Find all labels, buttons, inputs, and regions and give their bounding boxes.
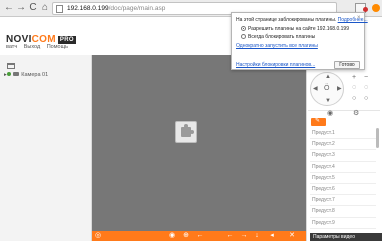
- ptz-down-button[interactable]: ▼: [325, 98, 331, 104]
- volume-icon[interactable]: ◂: [268, 232, 276, 240]
- popup-message: На этой странице заблокированы плагины. …: [236, 17, 368, 23]
- camera-icon: [12, 72, 19, 76]
- video-area[interactable]: [92, 55, 306, 231]
- preset-scrollbar[interactable]: [376, 128, 379, 148]
- preset-item[interactable]: Предуст.7: [310, 195, 376, 207]
- ptz-right-button[interactable]: ▶: [337, 86, 342, 92]
- edit-icon: ✎: [315, 118, 321, 124]
- preset-item[interactable]: Предуст.8: [310, 206, 376, 218]
- wiper-icon[interactable]: ○: [364, 95, 368, 102]
- page-icon: [56, 5, 63, 13]
- ptz-center-button[interactable]: Ö: [324, 85, 329, 92]
- preset-item[interactable]: Предуст.6: [310, 184, 376, 196]
- link-view[interactable]: ватч: [6, 44, 17, 50]
- radio-block[interactable]: [241, 34, 246, 39]
- video-controls-bar: ◎ ◉ ⊕ ← ← → ↓ ◂ ✕: [92, 231, 306, 241]
- preset-item[interactable]: Предуст.1: [310, 128, 376, 140]
- iris-icon[interactable]: ◌: [364, 84, 368, 91]
- preset-item[interactable]: Предуст.2: [310, 139, 376, 151]
- preset-settings-icon[interactable]: ⚙: [353, 109, 359, 117]
- preset-item[interactable]: Предуст.9: [310, 218, 376, 229]
- back-button[interactable]: ←: [3, 2, 15, 14]
- header-links: ватч Выход Помощь: [6, 44, 73, 50]
- plugin-settings-link[interactable]: Настройки блокировки плагинов...: [236, 62, 315, 68]
- run-once-link[interactable]: Однократно запустить все плагины: [236, 43, 318, 49]
- preset-item[interactable]: Предуст.3: [310, 150, 376, 162]
- zoom-in-button[interactable]: +: [352, 74, 356, 81]
- record-icon[interactable]: ◉: [168, 232, 176, 240]
- focus-icon[interactable]: ◌: [352, 84, 356, 91]
- ptz-left-button[interactable]: ◀: [313, 86, 318, 92]
- forward-button[interactable]: →: [15, 2, 27, 14]
- back-icon[interactable]: ←: [196, 232, 204, 240]
- link-logout[interactable]: Выход: [24, 44, 40, 50]
- preset-edit-button[interactable]: ✎: [311, 118, 326, 126]
- prev-icon[interactable]: ←: [226, 232, 234, 240]
- ptz-control: ▲ ▼ ◀ ▶ Ö + − ◌ ◌ ○ ○: [310, 72, 372, 108]
- home-button[interactable]: ⌂: [39, 2, 51, 14]
- browser-menu-icon[interactable]: [372, 4, 380, 12]
- fullscreen-icon[interactable]: ✕: [288, 232, 296, 240]
- preset-item[interactable]: Предуст.5: [310, 173, 376, 184]
- next-icon[interactable]: →: [240, 232, 248, 240]
- url-path: /doc/page/main.asp: [108, 5, 166, 12]
- popup-close-icon[interactable]: ×: [357, 15, 361, 21]
- puzzle-piece-icon: [181, 124, 194, 137]
- download-icon[interactable]: ↓: [253, 232, 261, 240]
- device-tree-root-icon[interactable]: [7, 63, 15, 69]
- light-icon[interactable]: ○: [352, 95, 356, 102]
- ptz-up-button[interactable]: ▲: [325, 74, 331, 80]
- target-icon[interactable]: ◉: [327, 109, 333, 117]
- link-help[interactable]: Помощь: [47, 44, 68, 50]
- device-panel: ▸ Камера 01: [0, 55, 92, 241]
- popup-message-text: На этой странице заблокированы плагины.: [236, 17, 337, 23]
- preset-list: Предуст.1 Предуст.2 Предуст.3 Предуст.4 …: [310, 128, 376, 229]
- radio-allow[interactable]: [241, 26, 246, 31]
- option-block-label: Всегда блокировать плагины: [248, 34, 316, 40]
- preset-item[interactable]: Предуст.4: [310, 162, 376, 173]
- device-tree-item[interactable]: ▸ Камера 01: [4, 72, 48, 78]
- device-label: Камера 01: [21, 72, 49, 78]
- more-link[interactable]: Подробнее...: [338, 17, 368, 23]
- video-params-button[interactable]: Параметры видео: [310, 233, 382, 241]
- option-allow[interactable]: Разрешить плагины на сайте 192.168.0.199: [241, 26, 349, 32]
- done-button[interactable]: Готово: [334, 61, 360, 69]
- status-icon: [6, 72, 11, 76]
- reload-button[interactable]: C: [27, 2, 39, 14]
- zoom-out-button[interactable]: −: [364, 74, 368, 81]
- option-block[interactable]: Всегда блокировать плагины: [241, 34, 315, 40]
- option-allow-label: Разрешить плагины на сайте 192.168.0.199: [248, 26, 349, 32]
- url-host: 192.168.0.199: [67, 5, 109, 12]
- plugin-blocked-popup: На этой странице заблокированы плагины. …: [231, 12, 368, 70]
- logo-badge: PRO: [57, 36, 76, 44]
- plugin-placeholder-icon[interactable]: [175, 121, 197, 143]
- camera-icon[interactable]: ◎: [94, 232, 102, 240]
- zoom-icon[interactable]: ⊕: [182, 232, 190, 240]
